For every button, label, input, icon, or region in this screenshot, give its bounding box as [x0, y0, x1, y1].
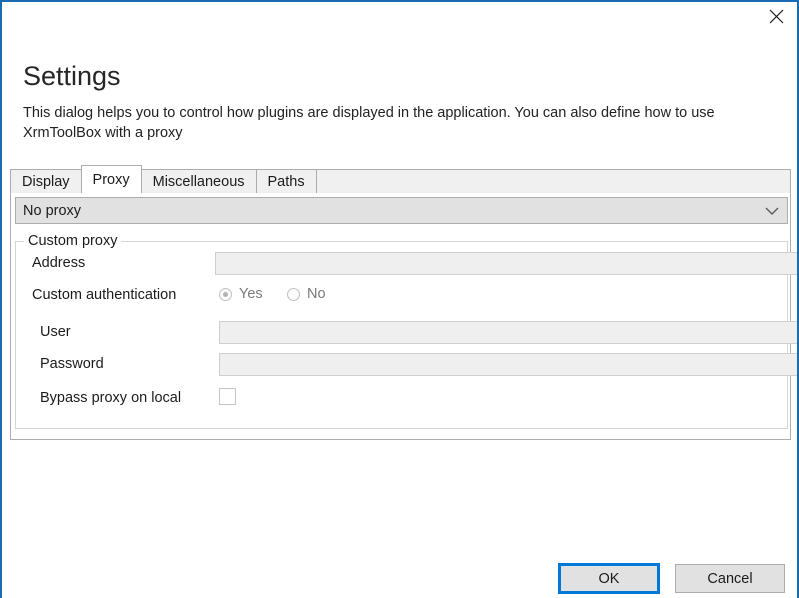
tab-display-label: Display — [22, 173, 70, 190]
tab-page-proxy: No proxy Custom proxy Address Custom aut… — [10, 192, 797, 440]
proxy-mode-value: No proxy — [23, 202, 82, 219]
radio-indicator-yes — [219, 287, 232, 301]
tab-display[interactable]: Display — [10, 169, 82, 193]
tab-strip: Display Proxy Miscellaneous Paths — [10, 165, 791, 193]
cancel-button[interactable]: Cancel — [675, 564, 785, 593]
custom-auth-radio-yes[interactable]: Yes — [219, 286, 263, 302]
ok-button[interactable]: OK — [558, 563, 660, 594]
tab-strip-filler — [315, 169, 791, 193]
tab-miscellaneous[interactable]: Miscellaneous — [140, 169, 257, 193]
page-description: This dialog helps you to control how plu… — [23, 105, 715, 141]
tab-proxy-label: Proxy — [92, 171, 130, 188]
custom-auth-radio-yes-label: Yes — [239, 286, 263, 302]
settings-tab-control: Display Proxy Miscellaneous Paths No pro… — [10, 165, 797, 440]
user-label: User — [40, 324, 71, 340]
password-label: Password — [40, 356, 104, 372]
close-icon — [769, 9, 784, 24]
tab-paths-label: Paths — [267, 173, 305, 190]
bypass-proxy-label: Bypass proxy on local — [40, 390, 182, 406]
groupbox-legend: Custom proxy — [24, 233, 122, 250]
chevron-down-icon — [757, 206, 787, 216]
custom-auth-radio-no[interactable]: No — [287, 286, 326, 302]
bypass-proxy-checkbox[interactable] — [219, 388, 236, 405]
password-input[interactable] — [219, 353, 797, 376]
custom-authentication-label: Custom authentication — [32, 287, 177, 303]
close-button[interactable] — [753, 2, 797, 31]
page-title: Settings — [23, 61, 121, 91]
custom-proxy-groupbox: Custom proxy Address Custom authenticati… — [15, 233, 797, 429]
tab-paths[interactable]: Paths — [255, 169, 317, 193]
ok-button-label: OK — [598, 570, 620, 587]
address-input[interactable] — [215, 252, 797, 275]
proxy-mode-select[interactable]: No proxy — [15, 197, 788, 224]
cancel-button-label: Cancel — [707, 570, 753, 587]
address-label: Address — [32, 255, 86, 271]
tab-miscellaneous-label: Miscellaneous — [152, 173, 245, 190]
tab-proxy[interactable]: Proxy — [80, 165, 142, 193]
user-input[interactable] — [219, 321, 797, 344]
custom-auth-radio-no-label: No — [307, 286, 326, 302]
radio-indicator-no — [287, 287, 300, 301]
settings-dialog: Settings This dialog helps you to contro… — [0, 0, 799, 598]
